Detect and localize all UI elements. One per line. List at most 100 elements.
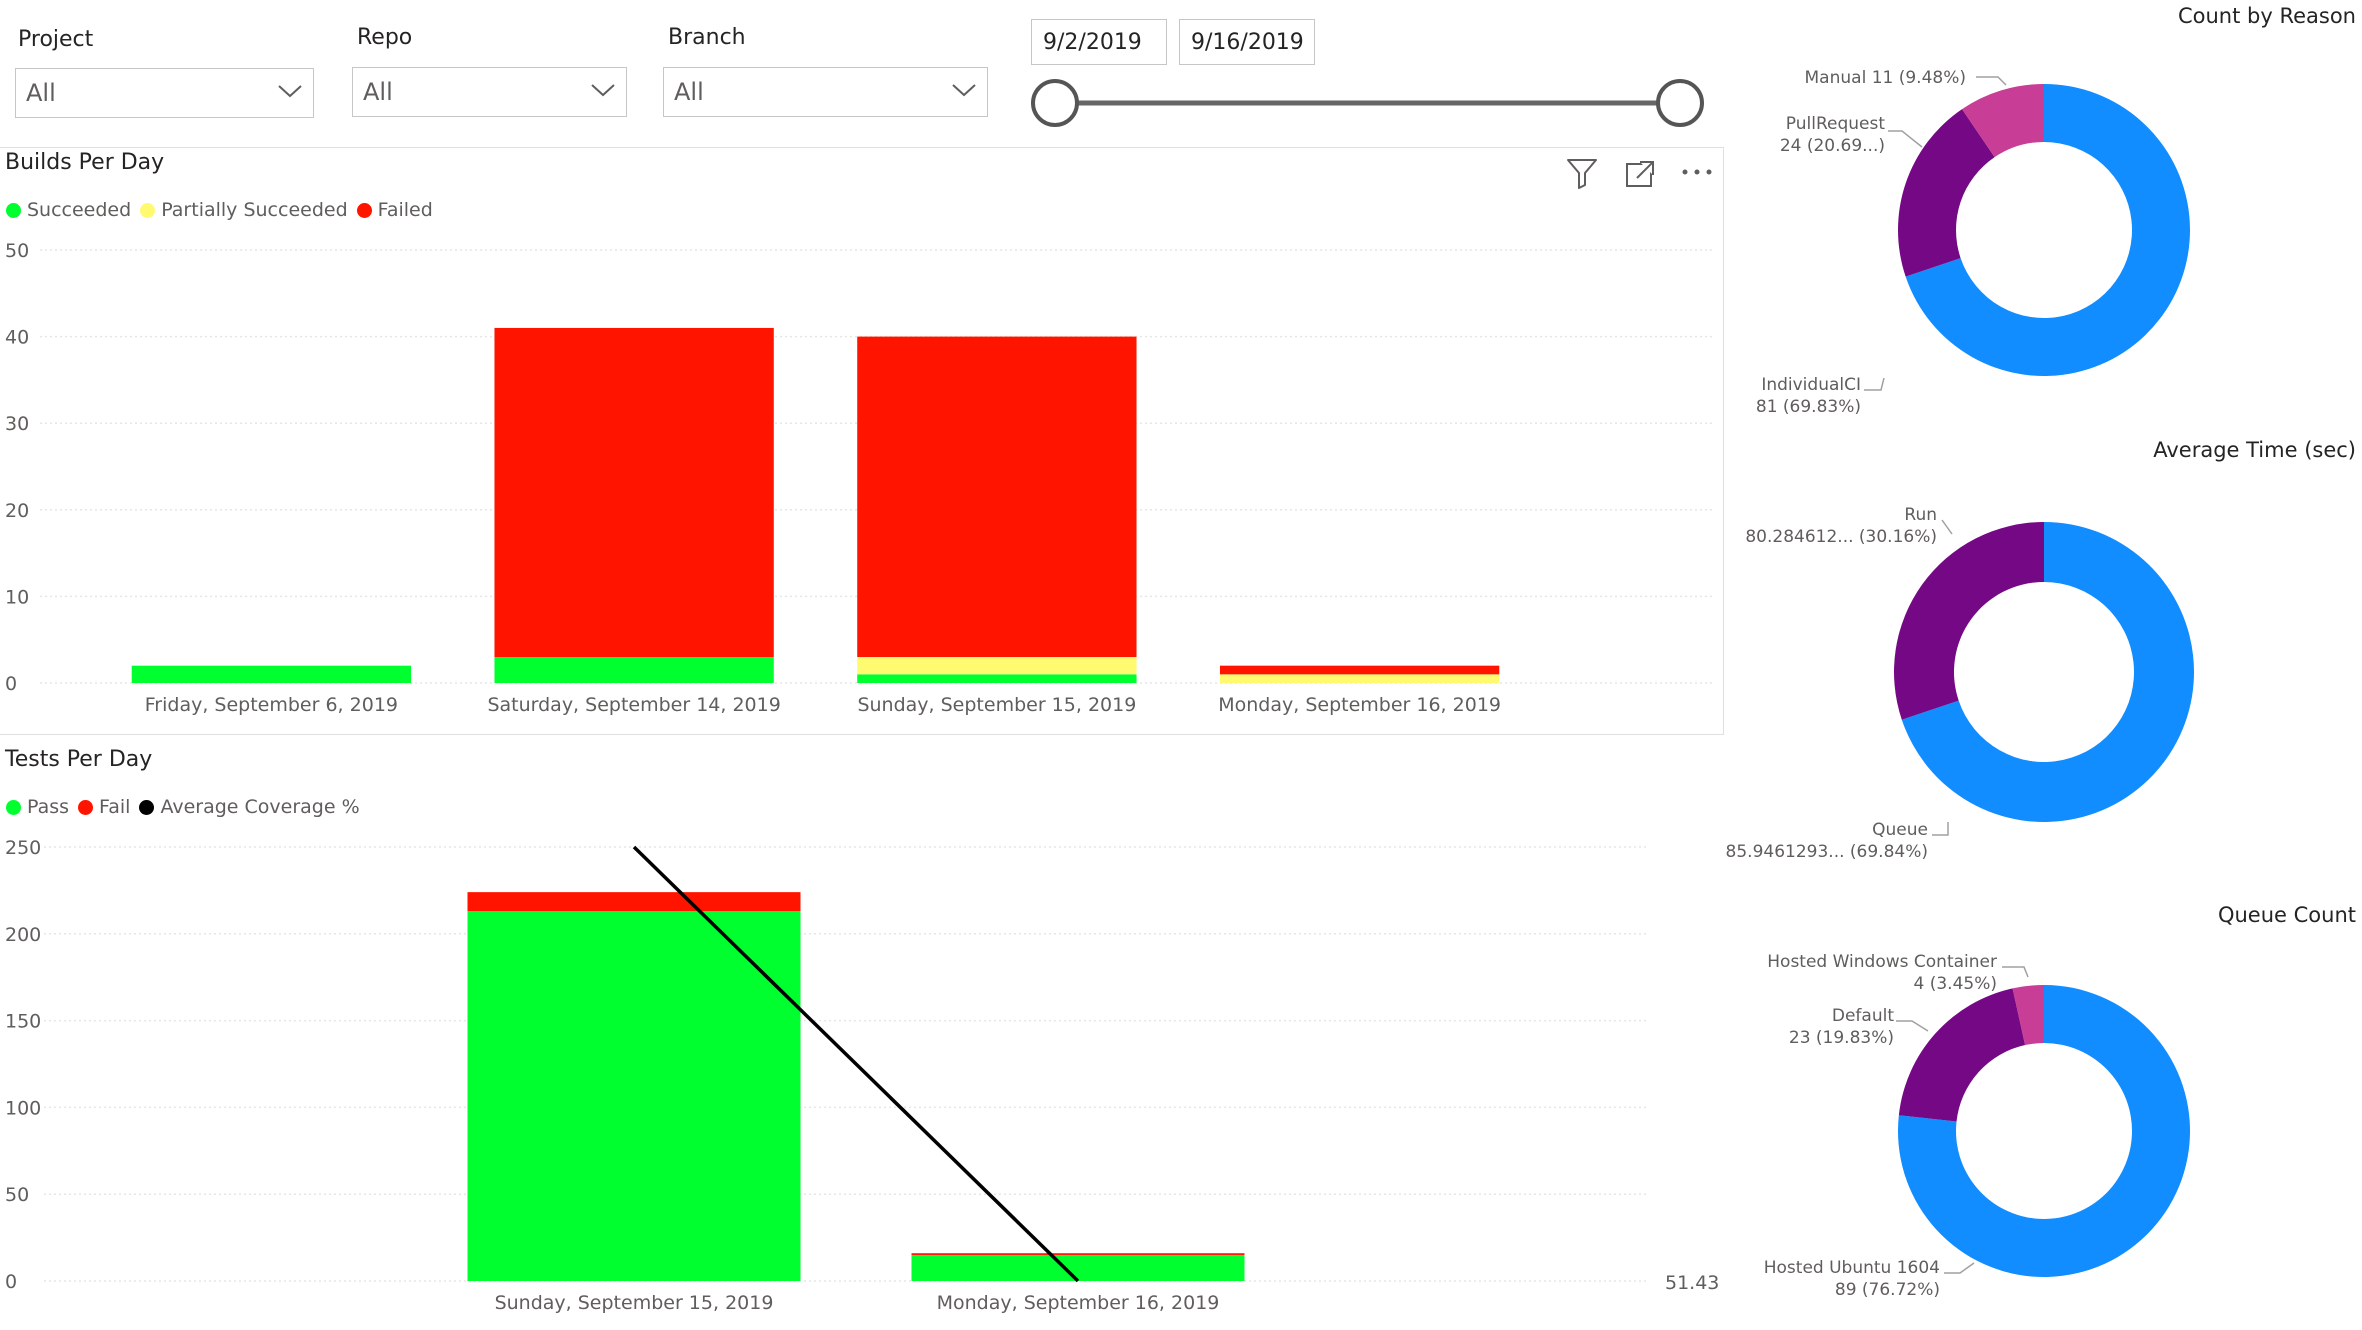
date-slider-end-handle[interactable] [1656,79,1704,127]
slice-detail: 4 (3.45%) [1914,974,1998,994]
chevron-down-icon [952,84,976,97]
leader-line [1941,519,1953,535]
legend-dot-partially-succeeded [140,202,156,218]
leader-line [1932,822,1949,836]
bar-segment-pass [911,1254,1245,1281]
donut-slice-run [1894,522,2044,720]
slice-label: Default [1832,1006,1894,1026]
average-time-title: Average Time (sec) [2153,438,2356,462]
legend-dot-succeeded [6,202,21,218]
repo-slicer-label: Repo [357,25,413,50]
legend-item-average-coverage[interactable]: Average Coverage % [139,796,360,818]
bar-segment-fail [911,1253,1245,1255]
y-tick-label: 0 [5,1271,17,1293]
slice-label: PullRequest [1786,114,1886,134]
repo-dropdown-value: All [363,78,393,106]
date-slider-start-handle[interactable] [1031,79,1079,127]
end-date-input[interactable]: 9/16/2019 [1179,19,1315,65]
y-tick-label: 50 [5,240,29,262]
average-time-donut: Run80.284612... (30.16%) Queue185.9461293… [1724,505,2194,862]
bar-segment-failed [857,336,1137,658]
filter-icon[interactable] [1565,156,1599,190]
y-tick-label: 10 [5,586,29,608]
bar-segment-succeeded [131,665,412,683]
project-dropdown[interactable]: All [15,68,314,118]
tests-chart-title: Tests Per Day [5,747,153,772]
legend-item-succeeded[interactable]: Succeeded [6,199,131,221]
legend-label-pass: Pass [27,796,70,818]
secondary-axis-label: 51.43 [1665,1272,1719,1294]
slice-label: Run [1904,505,1937,525]
x-tick-label: Friday, September 6, 2019 [145,694,398,716]
queue-count-donut: Hosted Windows Container4 (3.45%) Default… [1764,952,2190,1300]
y-tick-label: 150 [5,1011,41,1033]
queue-count-title: Queue Count [2217,903,2356,927]
leader-line [1896,1020,1929,1032]
slice-label: Queue [1872,820,1928,840]
slice-detail: 24 (20.69...) [1780,136,1885,156]
builds-chart-title: Builds Per Day [5,150,165,175]
date-range-slider[interactable] [1025,75,1710,135]
legend-dot-fail [78,799,94,815]
bar-segment-fail [467,892,801,912]
branch-slicer-label: Branch [668,25,746,50]
legend-item-failed[interactable]: Failed [356,199,433,221]
y-tick-label: 100 [5,1097,41,1119]
x-tick-label: Saturday, September 14, 2019 [487,694,780,716]
y-tick-label: 0 [5,673,17,695]
bar-segment-partially-succeeded [857,657,1137,675]
y-tick-label: 20 [5,500,29,522]
slice-label: Hosted Windows Container [1767,952,1997,972]
bar-segment-failed [1219,665,1500,675]
leader-line [1944,1262,1975,1274]
y-tick-label: 250 [5,837,41,859]
count-by-reason-title: Count by Reason [2177,4,2356,28]
legend-label-partially-succeeded: Partially Succeeded [161,199,348,221]
x-tick-label: Monday, September 16, 2019 [1218,694,1501,716]
x-tick-label: Monday, September 16, 2019 [937,1292,1220,1314]
focus-mode-icon[interactable] [1624,158,1656,190]
legend-label-failed: Failed [377,199,433,221]
slice-detail: 89 (76.72%) [1835,1280,1940,1300]
bar-segment-failed [494,327,774,658]
legend-item-pass[interactable]: Pass [6,796,69,818]
y-tick-label: 200 [5,924,41,946]
bar-segment-pass [467,911,801,1281]
x-tick-label: Sunday, September 15, 2019 [495,1292,774,1314]
slice-label: IndividualCI [1761,375,1861,395]
builds-legend: Succeeded Partially Succeeded Failed [6,199,442,221]
legend-label-average-coverage: Average Coverage % [160,796,360,818]
legend-item-fail[interactable]: Fail [78,796,130,818]
legend-label-fail: Fail [99,796,131,818]
tests-legend: Pass Fail Average Coverage % [6,796,369,818]
tests-per-day-chart: 0 50 100 150 200 250 Sunday, September 15, 201… [5,837,1719,1314]
branch-dropdown-value: All [674,78,704,106]
slice-detail: 23 (19.83%) [1789,1028,1894,1048]
slice-detail: 80.284612... (30.16%) [1745,527,1937,547]
legend-dot-average-coverage [139,799,155,815]
legend-dot-failed [356,202,372,218]
chevron-down-icon [278,85,302,98]
start-date-input[interactable]: 9/2/2019 [1031,19,1167,65]
repo-dropdown[interactable]: All [352,67,627,117]
legend-dot-pass [6,799,21,815]
slice-detail: 185.9461293... (69.84%) [1724,842,1928,862]
project-dropdown-value: All [26,79,56,107]
project-slicer-label: Project [18,27,94,52]
leader-line [2002,966,2029,978]
chevron-down-icon [591,84,615,97]
y-tick-label: 50 [5,1184,29,1206]
slice-label: Manual 11 (9.48%) [1805,68,1966,88]
legend-label-succeeded: Succeeded [27,199,132,221]
branch-dropdown[interactable]: All [663,67,988,117]
x-tick-label: Sunday, September 15, 2019 [857,694,1136,716]
bar-segment-partially-succeeded [1219,674,1500,683]
more-options-icon[interactable] [1680,160,1714,184]
builds-per-day-chart: 0 10 20 30 40 50 Friday, September 6, 2019 Satu… [5,240,1715,716]
donut-slice-default [1898,988,2026,1122]
legend-item-partially-succeeded[interactable]: Partially Succeeded [140,199,348,221]
leader-line [1976,76,2007,86]
leader-line [1864,377,1885,391]
bar-segment-succeeded [494,657,774,683]
bar-segment-succeeded [857,674,1137,683]
